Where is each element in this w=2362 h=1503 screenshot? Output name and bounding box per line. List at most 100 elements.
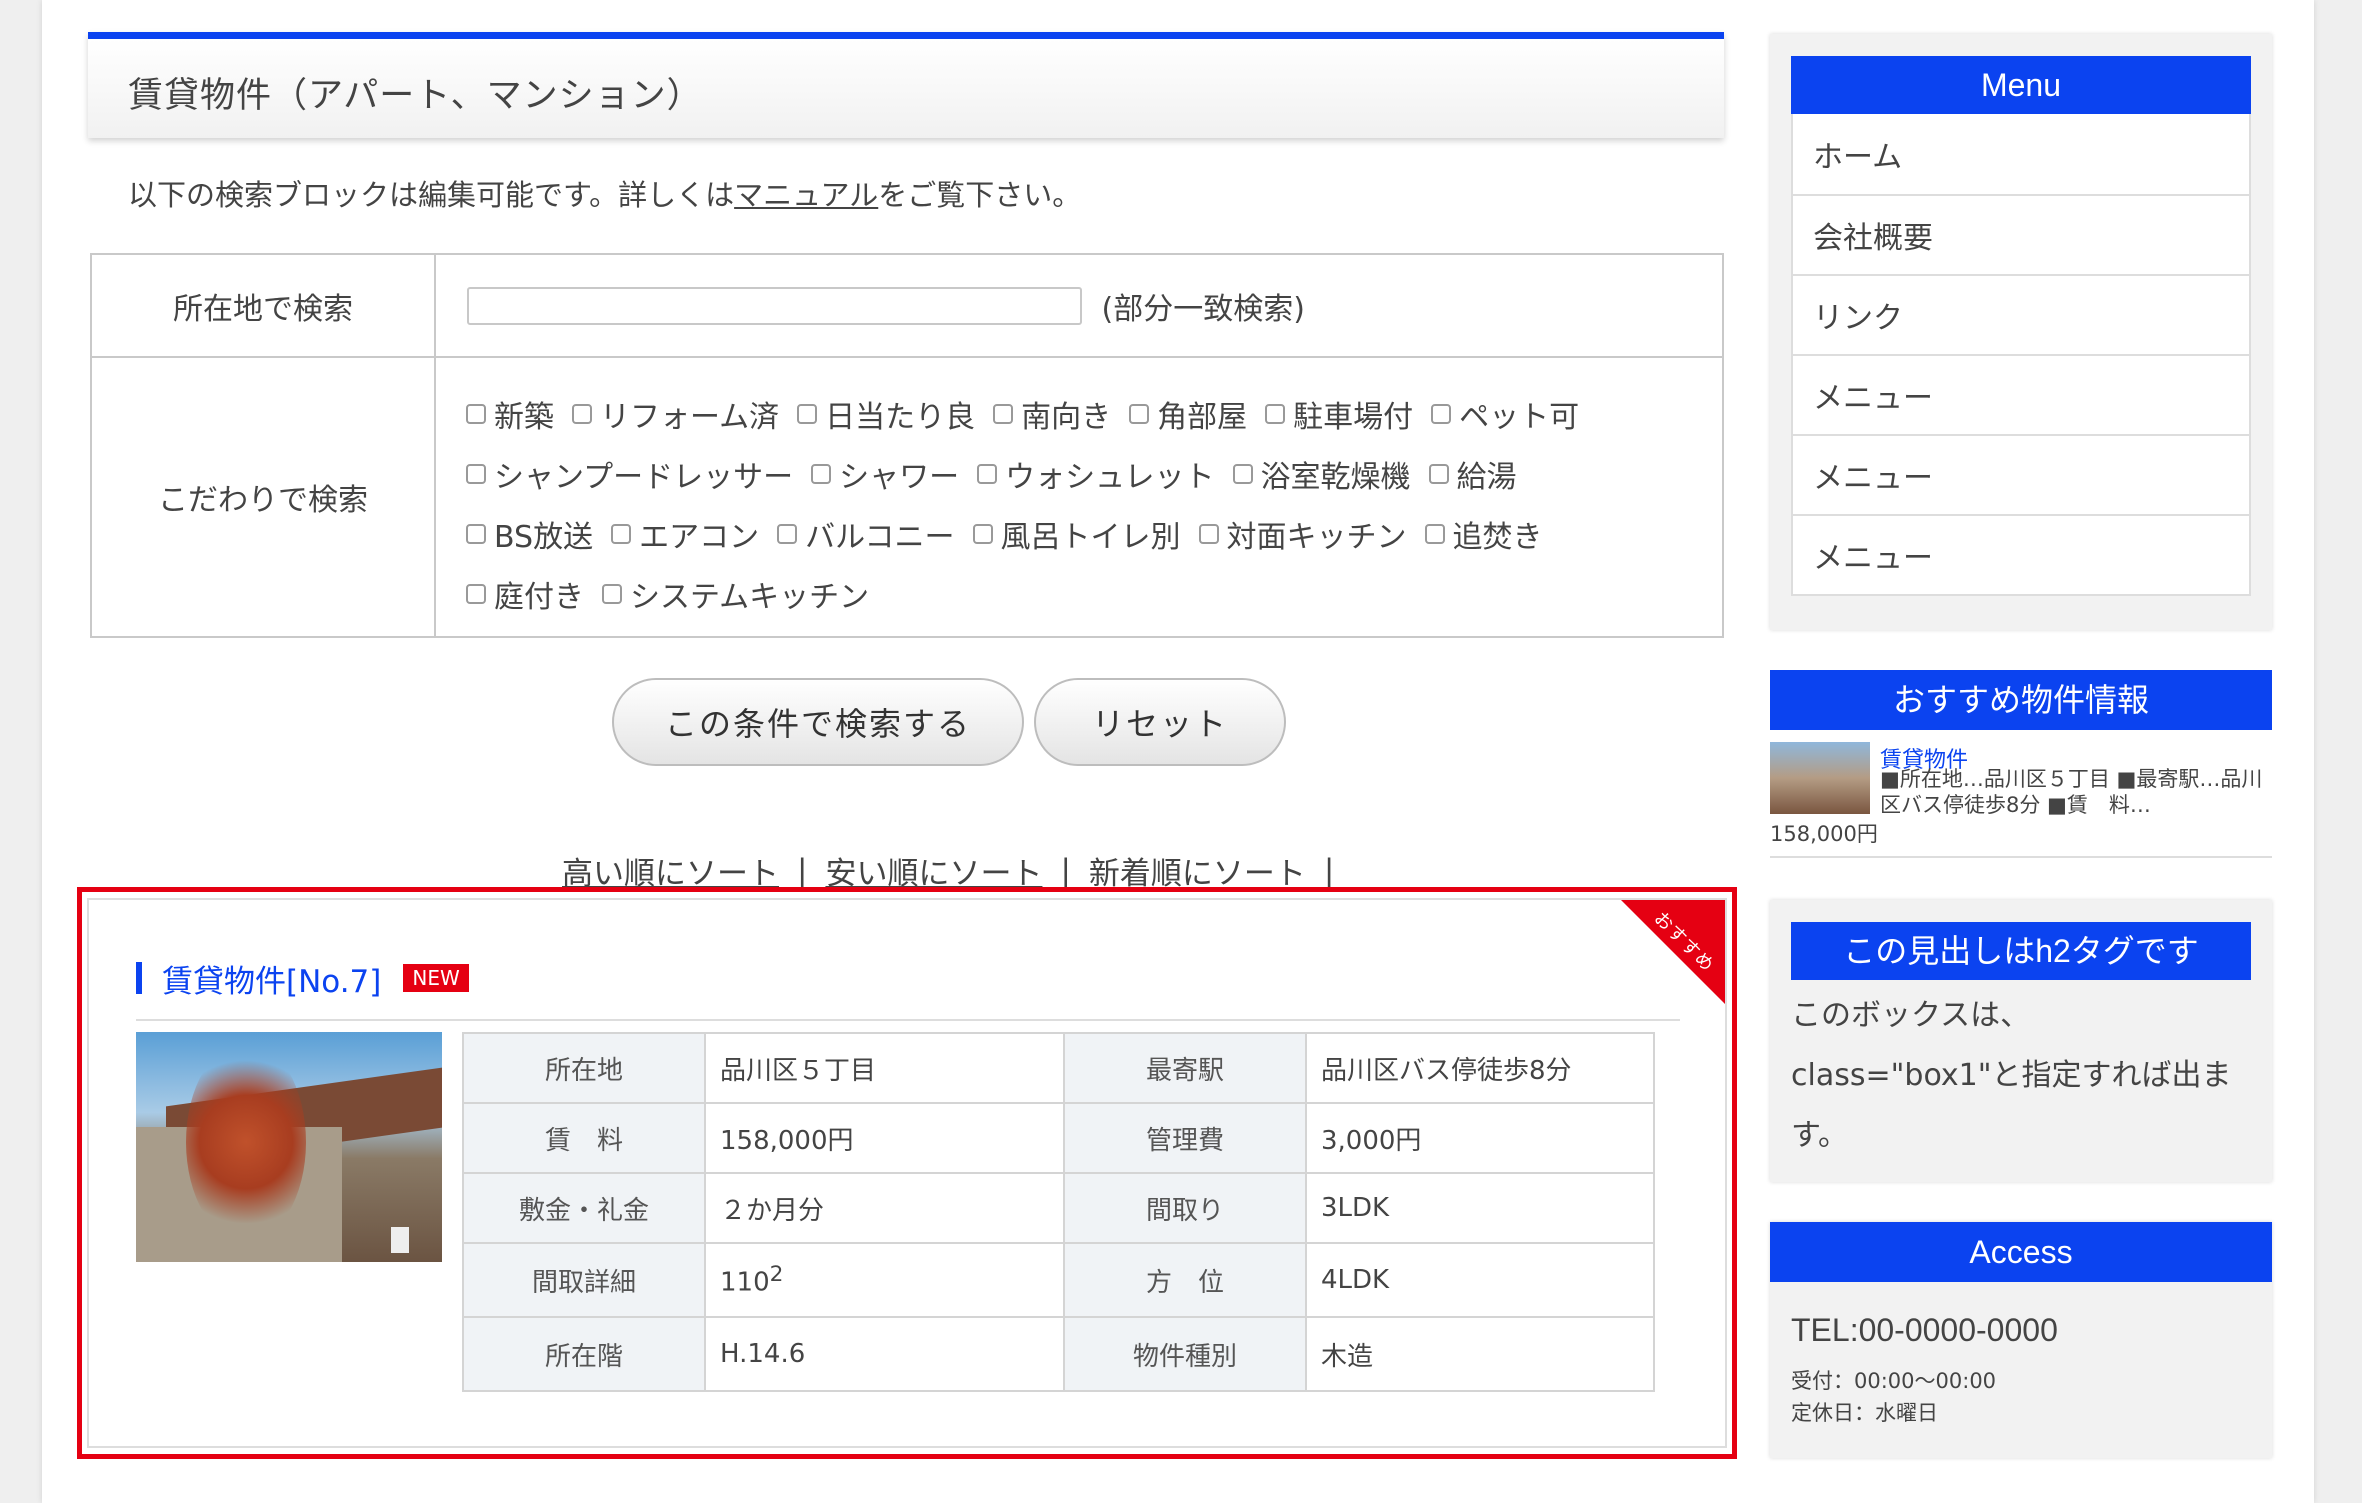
checkbox-box[interactable] — [811, 464, 832, 484]
feature-checkbox[interactable]: 対面キッチン — [1198, 512, 1407, 556]
table-row: 敷金・礼金 ２か月分 間取り 3LDK — [462, 1172, 1655, 1244]
floor-area-exponent: 2 — [769, 1262, 784, 1288]
recommend-thumbnail[interactable] — [1770, 742, 1870, 814]
recommend-item-desc: ■所在地…品川区５丁目 ■最寄駅…品川区バス停徒歩8分 ■賃 料… — [1880, 767, 2263, 817]
checkbox-box[interactable] — [1428, 464, 1449, 484]
reset-button[interactable]: リセット — [1034, 678, 1286, 766]
feature-label: 追焚き — [1452, 520, 1543, 555]
detail-value: 木造 — [1305, 1316, 1655, 1392]
detail-value: 品川区５丁目 — [704, 1032, 1065, 1104]
checkbox-box[interactable] — [466, 524, 486, 544]
feature-label: 風呂トイレ別 — [1000, 520, 1181, 555]
floor-area-value: 110 — [720, 1267, 770, 1298]
feature-checkbox[interactable]: ウォシュレット — [977, 452, 1215, 496]
checkbox-box[interactable] — [572, 404, 592, 424]
sort-separator: | — [1060, 852, 1071, 889]
checkbox-box[interactable] — [993, 404, 1014, 424]
feature-checkbox[interactable]: シャワー — [811, 452, 959, 496]
detail-value: 4LDK — [1305, 1242, 1655, 1318]
feature-checkbox[interactable]: 南向き — [993, 392, 1111, 436]
detail-value: ２か月分 — [704, 1172, 1065, 1244]
feature-label: システムキッチン — [630, 580, 870, 615]
menu-item-links[interactable]: リンク — [1793, 274, 2249, 354]
checkbox-box[interactable] — [1198, 524, 1219, 544]
feature-label: ペット可 — [1459, 400, 1580, 435]
feature-checkbox[interactable]: 追焚き — [1424, 512, 1543, 556]
feature-checkbox[interactable]: 日当たり良 — [797, 392, 975, 436]
access-title: Access — [1770, 1222, 2272, 1282]
feature-checkbox[interactable]: ペット可 — [1431, 392, 1579, 436]
feature-checkbox[interactable]: エアコン — [611, 512, 759, 556]
location-input[interactable] — [467, 286, 1082, 325]
menu-item[interactable]: メニュー — [1793, 354, 2249, 434]
feature-checkbox[interactable]: 庭付き — [466, 572, 584, 616]
feature-label: 庭付き — [494, 580, 584, 615]
feature-label: バルコニー — [805, 520, 955, 555]
feature-label: 浴室乾燥機 — [1260, 460, 1411, 495]
box1-title: この見出しはh2タグです — [1791, 922, 2251, 980]
detail-key: 間取詳細 — [462, 1242, 706, 1318]
table-row: 間取詳細 1102 方 位 4LDK — [462, 1242, 1655, 1318]
menu-item[interactable]: メニュー — [1793, 434, 2249, 514]
menu-list: ホーム 会社概要 リンク メニュー メニュー メニュー — [1791, 114, 2251, 596]
feature-label: 対面キッチン — [1226, 520, 1407, 555]
feature-checkbox[interactable]: 新築 — [466, 392, 554, 436]
sort-separator: | — [1323, 852, 1335, 889]
feature-label: 日当たり良 — [825, 400, 976, 435]
detail-value: 1102 — [704, 1242, 1065, 1318]
feature-checkbox[interactable]: 給湯 — [1428, 452, 1517, 496]
feature-checkbox[interactable]: バルコニー — [777, 512, 955, 556]
menu-item-home[interactable]: ホーム — [1793, 114, 2249, 194]
divider — [1770, 856, 2272, 858]
feature-checkbox[interactable]: システムキッチン — [602, 572, 869, 616]
photo-window — [391, 1227, 409, 1253]
checkbox-box[interactable] — [466, 464, 486, 484]
feature-checkbox[interactable]: 風呂トイレ別 — [972, 512, 1181, 556]
property-card-inner: おすすめ 賃貸物件[No.7] NEW 所在地 品川区５丁目 最寄駅 品川区バス… — [87, 898, 1727, 1448]
feature-label: エアコン — [639, 520, 760, 555]
feature-checkbox[interactable]: BS放送 — [466, 512, 593, 556]
feature-row: 庭付き システムキッチン — [466, 564, 1722, 624]
checkbox-box[interactable] — [1265, 404, 1286, 424]
feature-checkbox[interactable]: 駐車場付 — [1265, 392, 1413, 436]
photo-tree — [186, 1042, 306, 1242]
checkbox-box[interactable] — [1129, 404, 1150, 424]
feature-label: シャンプードレッサー — [494, 460, 794, 495]
checkbox-box[interactable] — [797, 404, 818, 424]
feature-checkbox[interactable]: 角部屋 — [1129, 392, 1247, 436]
box1-widget: この見出しはh2タグです このボックスは、class="box1"と指定すれば出… — [1770, 900, 2272, 1182]
checkbox-box[interactable] — [1424, 524, 1445, 544]
checkbox-box[interactable] — [466, 404, 486, 424]
checkbox-box[interactable] — [602, 584, 622, 604]
detail-key: 物件種別 — [1063, 1316, 1307, 1392]
menu-item[interactable]: メニュー — [1793, 514, 2249, 594]
menu-item-company[interactable]: 会社概要 — [1793, 194, 2249, 274]
detail-value: 158,000円 — [704, 1102, 1065, 1174]
checkbox-box[interactable] — [1431, 404, 1452, 424]
feature-label: BS放送 — [494, 520, 594, 555]
feature-checkbox[interactable]: リフォーム済 — [572, 392, 779, 436]
detail-value: 3,000円 — [1305, 1102, 1655, 1174]
access-hours: 受付：00:00〜00:00 — [1791, 1369, 1997, 1393]
property-card: おすすめ 賃貸物件[No.7] NEW 所在地 品川区５丁目 最寄駅 品川区バス… — [77, 887, 1737, 1459]
feature-checkbox[interactable]: シャンプードレッサー — [466, 452, 793, 496]
detail-key: 方 位 — [1063, 1242, 1307, 1318]
feature-checkbox[interactable]: 浴室乾燥機 — [1232, 452, 1411, 496]
manual-link[interactable]: マニュアル — [734, 178, 878, 212]
checkbox-box[interactable] — [1232, 464, 1253, 484]
property-title-link[interactable]: 賃貸物件[No.7] — [162, 956, 381, 1001]
property-photo[interactable] — [136, 1032, 442, 1262]
checkbox-box[interactable] — [777, 524, 798, 544]
table-row: 所在階 H.14.6 物件種別 木造 — [462, 1316, 1655, 1392]
feature-label: 南向き — [1021, 400, 1112, 435]
search-form: 所在地で検索 (部分一致検索) こだわりで検索 新築 リフォーム済 日当たり良 … — [90, 253, 1724, 638]
checkbox-box[interactable] — [466, 584, 486, 604]
detail-key: 間取り — [1063, 1172, 1307, 1244]
feature-row: 新築 リフォーム済 日当たり良 南向き 角部屋 駐車場付 ペット可 — [466, 384, 1722, 444]
table-row: 賃 料 158,000円 管理費 3,000円 — [462, 1102, 1655, 1174]
checkbox-box[interactable] — [611, 524, 632, 544]
search-button[interactable]: この条件で検索する — [612, 678, 1024, 766]
checkbox-box[interactable] — [972, 524, 993, 544]
checkbox-box[interactable] — [977, 464, 998, 484]
feature-label: 給湯 — [1456, 460, 1517, 495]
